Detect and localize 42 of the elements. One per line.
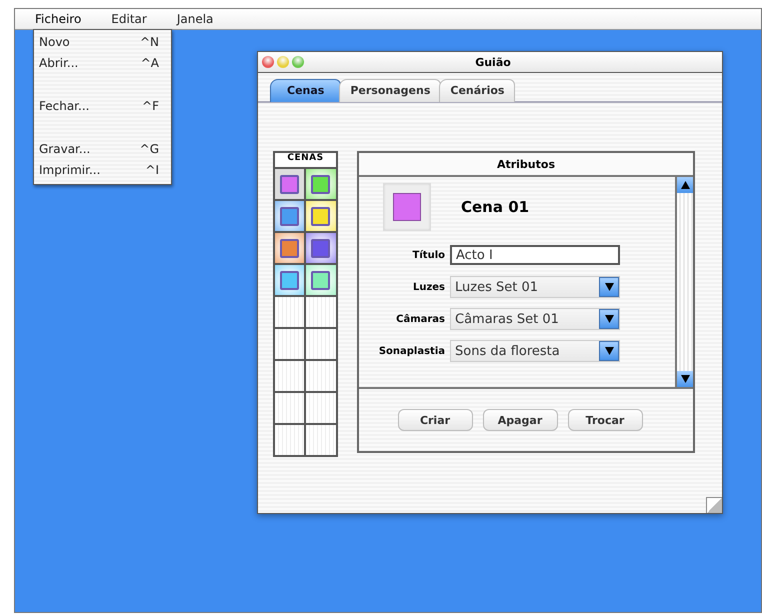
dropdown[interactable]: Câmaras Set 01	[450, 308, 620, 330]
action-button[interactable]: Trocar	[568, 409, 642, 431]
field-label: Sonaplastia	[378, 346, 446, 356]
menu-item[interactable]: Novo ^N	[34, 31, 171, 52]
menu-title[interactable]: Editar	[111, 12, 163, 26]
scene-cell[interactable]	[275, 265, 306, 297]
resize-grip[interactable]	[706, 497, 722, 513]
action-button[interactable]: Criar	[398, 409, 472, 431]
scene-cell[interactable]	[306, 233, 336, 265]
scene-cell[interactable]	[275, 201, 306, 233]
dropdown-arrow-icon	[604, 315, 614, 323]
scene-cell[interactable]	[306, 201, 336, 233]
scene-cell[interactable]	[275, 233, 306, 265]
scene-name: Cena 01	[461, 198, 530, 216]
scroll-down-icon	[680, 375, 690, 383]
menu-item[interactable]: Abrir... ^A	[34, 52, 171, 73]
tab[interactable]: Cenas	[270, 79, 342, 102]
menu-title[interactable]: Ficheiro	[35, 12, 98, 26]
dropdown-arrow-icon	[604, 283, 614, 291]
scene-cell[interactable]	[306, 265, 336, 297]
action-button[interactable]: Apagar	[482, 409, 558, 431]
scene-cell[interactable]	[275, 169, 306, 201]
scrollbar[interactable]	[675, 177, 693, 387]
menu-item[interactable]: Gravar... ^G	[34, 138, 171, 159]
menu-title[interactable]: Janela	[176, 12, 230, 26]
panel-title: Atributos	[359, 153, 693, 177]
menu-item[interactable]: Imprimir... ^I	[34, 159, 171, 180]
scene-cell[interactable]	[306, 169, 336, 201]
field-label: Título	[412, 250, 446, 260]
text-field[interactable]: Acto I	[450, 245, 620, 265]
dropdown[interactable]: Luzes Set 01	[450, 276, 620, 298]
dropdown-arrow-icon	[604, 347, 614, 355]
color-well[interactable]	[383, 183, 431, 231]
menu-item[interactable]: Fechar... ^F	[34, 95, 171, 116]
scroll-up-icon	[680, 181, 690, 189]
field-label: Câmaras	[395, 314, 446, 324]
tab[interactable]: Personagens	[339, 79, 442, 102]
close-button[interactable]	[262, 56, 274, 68]
field-label: Luzes	[412, 282, 446, 292]
dropdown[interactable]: Sons da floresta	[450, 340, 620, 362]
window-title: Guião	[474, 56, 512, 68]
tab[interactable]: Cenários	[439, 79, 516, 102]
